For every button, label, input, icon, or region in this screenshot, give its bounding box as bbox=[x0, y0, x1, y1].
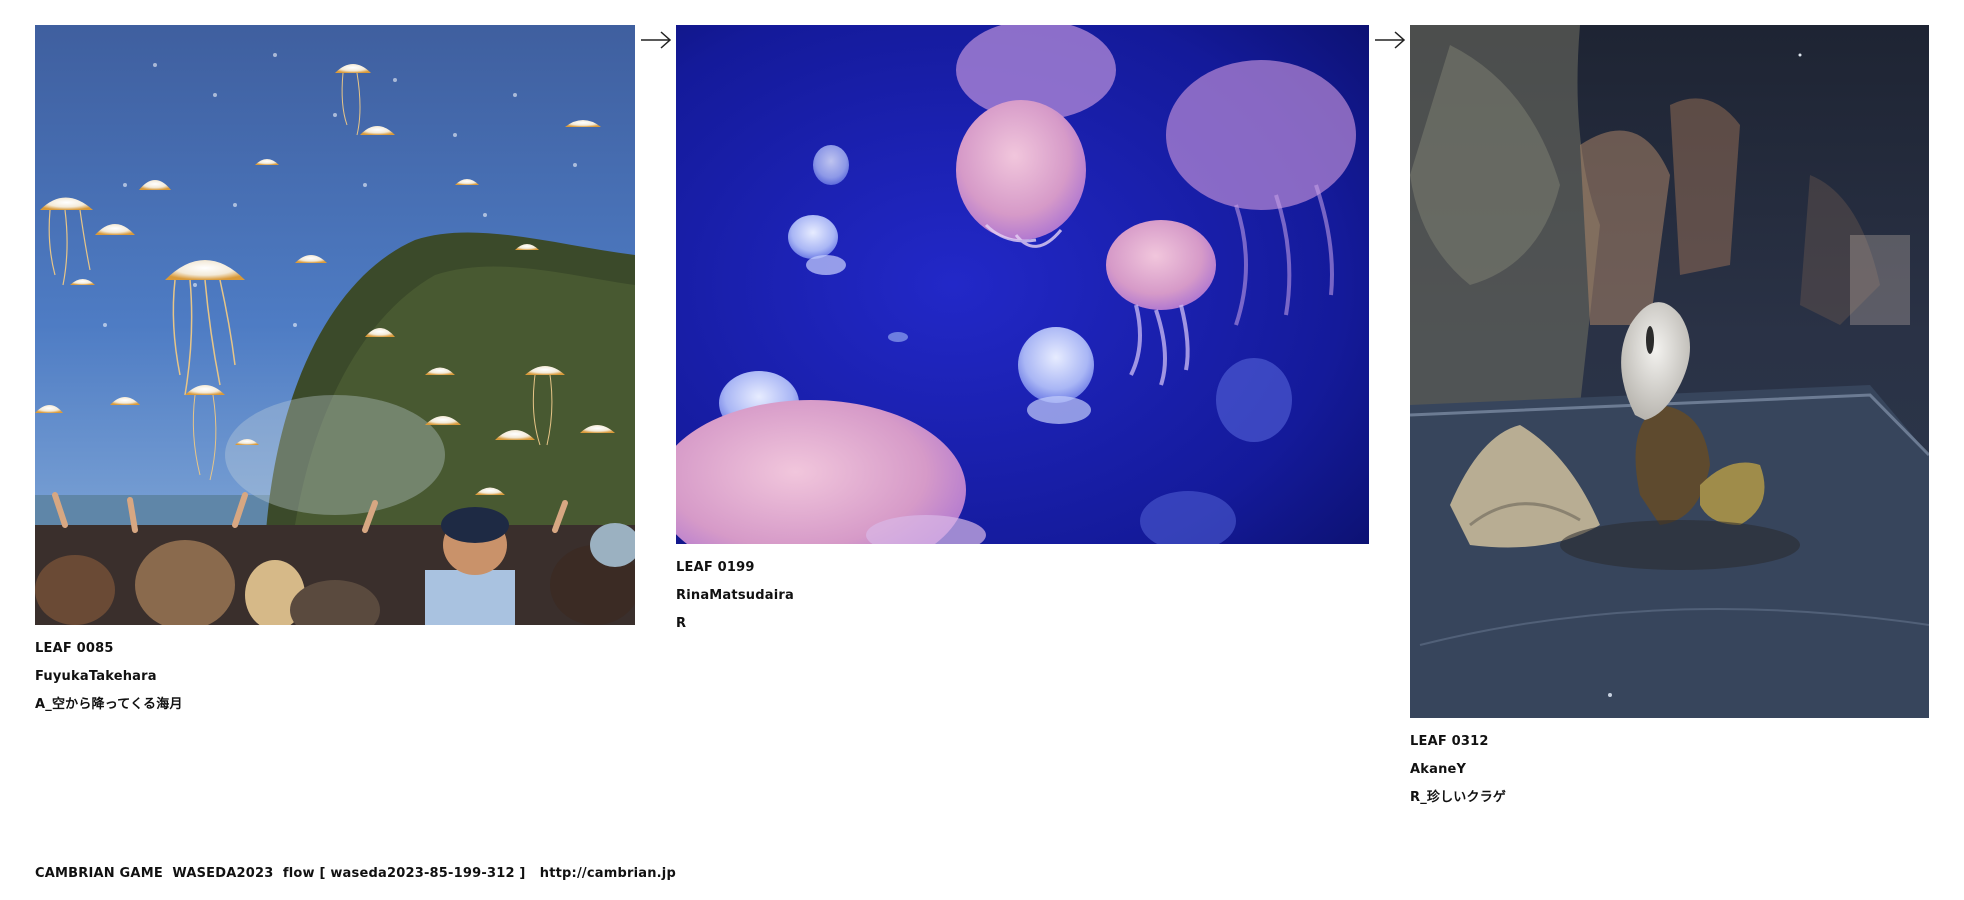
footer-flow-text: CAMBRIAN GAME WASEDA2023 flow [ waseda20… bbox=[35, 866, 540, 881]
leaf-author[interactable]: AkaneY bbox=[1410, 756, 1929, 784]
right-arrow-icon bbox=[1375, 31, 1406, 49]
right-arrow-icon bbox=[641, 31, 672, 49]
leaf-caption: A_空から降ってくる海月 bbox=[35, 697, 183, 712]
leaf-card-0312: LEAF 0312 AkaneY R_珍しいクラゲ bbox=[1410, 25, 1929, 812]
footer: CAMBRIAN GAME WASEDA2023 flow [ waseda20… bbox=[35, 866, 676, 881]
footer-link[interactable]: http://cambrian.jp bbox=[540, 866, 676, 881]
aquarium-jellyfish-photo[interactable] bbox=[676, 25, 1369, 544]
leaf-caption: R bbox=[676, 616, 687, 631]
leaf-card-0085: LEAF 0085 FuyukaTakehara A_空から降ってくる海月 bbox=[35, 25, 635, 719]
jellyfish-raining-over-crowd-photo[interactable] bbox=[35, 25, 635, 625]
leaf-card-0199: LEAF 0199 RinaMatsudaira R bbox=[676, 25, 1369, 638]
leaf-author[interactable]: FuyukaTakehara bbox=[35, 663, 635, 691]
rare-jellyfish-stone-photo[interactable] bbox=[1410, 25, 1929, 718]
leaf-caption: R_珍しいクラゲ bbox=[1410, 790, 1507, 805]
leaf-id: LEAF 0199 bbox=[676, 560, 755, 575]
leaf-id: LEAF 0085 bbox=[35, 641, 114, 656]
leaf-id: LEAF 0312 bbox=[1410, 734, 1489, 749]
leaf-author[interactable]: RinaMatsudaira bbox=[676, 582, 1369, 610]
